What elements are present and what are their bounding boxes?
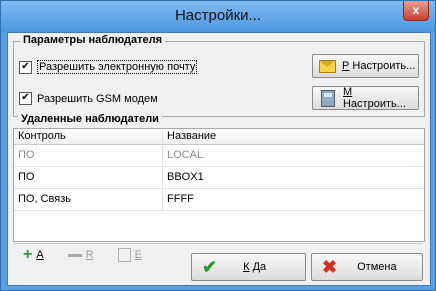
table-header: Контроль Название <box>14 129 424 145</box>
observer-params-title: Параметры наблюдателя <box>20 34 166 46</box>
dialog-client-area: Параметры наблюдателя ✔ Разрешить электр… <box>7 32 431 286</box>
email-checkbox-label: Разрешить электронную почту <box>37 60 198 74</box>
settings-window: Настройки... x Параметры наблюдателя ✔ Р… <box>0 0 436 291</box>
remove-observer-button[interactable]: R <box>67 249 94 261</box>
gsm-checkbox[interactable]: ✔ Разрешить GSM модем <box>19 92 158 105</box>
cancel-button[interactable]: ✖ Отмена <box>311 253 423 281</box>
table-row[interactable]: ПО, Связь FFFF <box>14 189 424 211</box>
close-button[interactable]: x <box>403 1 429 21</box>
remove-observer-label: R <box>85 249 94 261</box>
checkmark-icon: ✔ <box>202 256 218 277</box>
remote-observers-table: Контроль Название ПО LOCAL ПО BBOX1 ПО, … <box>13 128 425 242</box>
cell-name: FFFF <box>167 193 194 205</box>
phone-icon <box>321 89 335 107</box>
cell-control: ПО, Связь <box>14 189 163 210</box>
cross-icon: ✖ <box>322 256 338 277</box>
gsm-checkbox-label: Разрешить GSM модем <box>37 92 158 105</box>
observer-params-group: Параметры наблюдателя ✔ Разрешить электр… <box>13 34 425 117</box>
column-header-control[interactable]: Контроль <box>14 129 163 144</box>
email-configure-button[interactable]: Р Настроить... <box>312 54 419 78</box>
edit-observer-label: E <box>134 249 142 261</box>
add-observer-label: А <box>36 249 44 261</box>
edit-observer-button[interactable]: E <box>117 248 142 262</box>
edit-icon <box>117 248 131 262</box>
plus-icon: + <box>23 246 33 263</box>
email-checkbox[interactable]: ✔ Разрешить электронную почту <box>19 60 198 74</box>
ok-label: К Да <box>243 261 267 273</box>
ok-button[interactable]: ✔ К Да <box>191 253 306 281</box>
table-row[interactable]: ПО BBOX1 <box>14 167 424 189</box>
remote-observers-title: Удаленные наблюдатели <box>18 113 162 125</box>
table-row[interactable]: ПО LOCAL <box>14 145 424 167</box>
window-title: Настройки... <box>174 7 262 24</box>
cell-control: ПО <box>14 167 163 188</box>
column-header-name[interactable]: Название <box>163 129 422 144</box>
cell-control: ПО <box>14 145 163 166</box>
title-bar[interactable]: Настройки... x <box>1 1 435 32</box>
email-checkbox-box[interactable]: ✔ <box>19 60 32 74</box>
cancel-label: Отмена <box>357 261 397 273</box>
cell-name: BBOX1 <box>167 171 204 183</box>
cell-name: LOCAL <box>167 149 204 161</box>
gsm-configure-label: М Настроить... <box>342 86 406 110</box>
envelope-icon <box>319 59 336 73</box>
minus-icon <box>67 253 82 257</box>
gsm-checkbox-box[interactable]: ✔ <box>19 92 32 105</box>
add-observer-button[interactable]: + А <box>23 246 44 264</box>
gsm-configure-button[interactable]: М Настроить... <box>312 86 419 110</box>
email-configure-label: Р Настроить... <box>342 60 416 72</box>
